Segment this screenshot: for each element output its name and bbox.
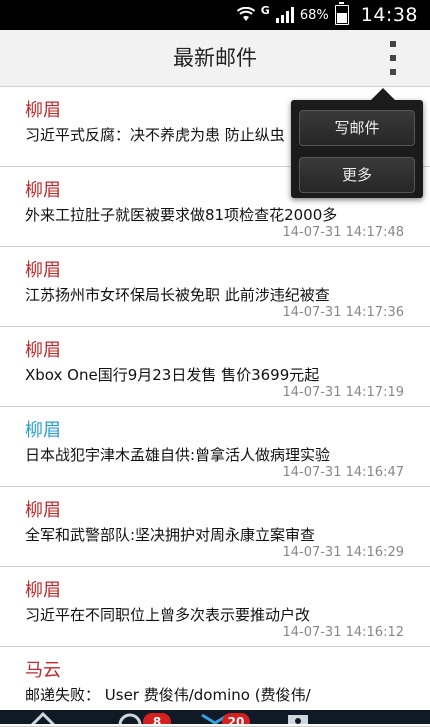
email-sender: 马云 [25,660,61,681]
email-sender: 柳眉 [25,180,61,201]
email-subject: 全军和武警部队:坚决拥护对周永康立案审查 [25,526,316,544]
network-type: G [260,3,270,17]
chat-icon[interactable] [115,710,145,724]
overflow-popup-menu: 写邮件 更多 [291,88,423,198]
mail-count-badge: 20 [222,713,250,724]
overflow-dot-icon [390,69,396,75]
battery-icon [334,2,349,25]
notification-badge: 8 [143,713,171,724]
email-subject: 江苏扬州市女环保局长被免职 此前涉违纪被查 [25,286,330,304]
email-list-item[interactable]: 柳眉全军和武警部队:坚决拥护对周永康立案审查 14-07-31 14:16:29 [0,487,430,567]
email-list-item[interactable]: 柳眉习近平在不同职位上曾多次表示要推动户改 14-07-31 14:16:12 [0,567,430,647]
email-sender: 柳眉 [25,260,61,281]
overflow-dot-icon [390,41,396,47]
action-bar: 最新邮件 [0,30,430,87]
battery-percent: 68% [299,7,329,23]
contacts-icon[interactable] [286,710,310,724]
email-date: 14-07-31 14:17:36 [282,305,404,320]
email-sender: 柳眉 [25,500,61,521]
email-sender: 柳眉 [25,420,61,441]
more-menu-item[interactable]: 更多 [299,157,415,193]
email-sender: 柳眉 [25,580,61,601]
compose-mail-menu-item[interactable]: 写邮件 [299,110,415,146]
email-list-item[interactable]: 柳眉江苏扬州市女环保局长被免职 此前涉违纪被查 14-07-31 14:17:36 [0,247,430,327]
email-subject: 外来工拉肚子就医被要求做81项检查花2000多 [25,206,338,224]
email-date: 14-07-31 14:17:19 [282,385,404,400]
email-subject: 习近平在不同职位上曾多次表示要推动户改 [25,606,311,624]
email-date: 14-07-31 14:17:48 [282,225,404,240]
email-list-item[interactable]: 柳眉 Xbox One国行9月23日发售 售价3699元起 14-07-31 14:… [0,327,430,407]
email-date: 14-07-31 14:16:29 [282,545,404,560]
status-icons: G 68% 14:38 [236,0,418,30]
overflow-menu-button[interactable] [386,41,400,75]
wifi-icon [236,7,255,23]
home-icon[interactable] [30,710,60,724]
page-title: 最新邮件 [173,46,257,70]
email-subject: 习近平式反腐：决不养虎为患 防止纵虫 [25,126,285,144]
status-bar: G 68% 14:38 [0,0,430,30]
email-date: 14-07-31 14:16:12 [282,625,404,640]
email-sender: 柳眉 [25,340,61,361]
email-subject: Xbox One国行9月23日发售 售价3699元起 [25,366,320,384]
email-sender: 柳眉 [25,100,61,121]
overflow-dot-icon [390,55,396,61]
email-date: 14-07-31 14:16:47 [282,465,404,480]
bottom-nav-bar: 8 20 [0,710,430,724]
clock: 14:38 [360,4,418,26]
email-subject: 邮递失败： User 费俊伟/domino (费俊伟/ [25,686,311,704]
email-subject: 日本战犯宇津木孟雄自供:曾拿活人做病理实验 [25,446,331,464]
email-list-item[interactable]: 柳眉日本战犯宇津木孟雄自供:曾拿活人做病理实验 14-07-31 14:16:47 [0,407,430,487]
signal-icon [275,7,294,23]
